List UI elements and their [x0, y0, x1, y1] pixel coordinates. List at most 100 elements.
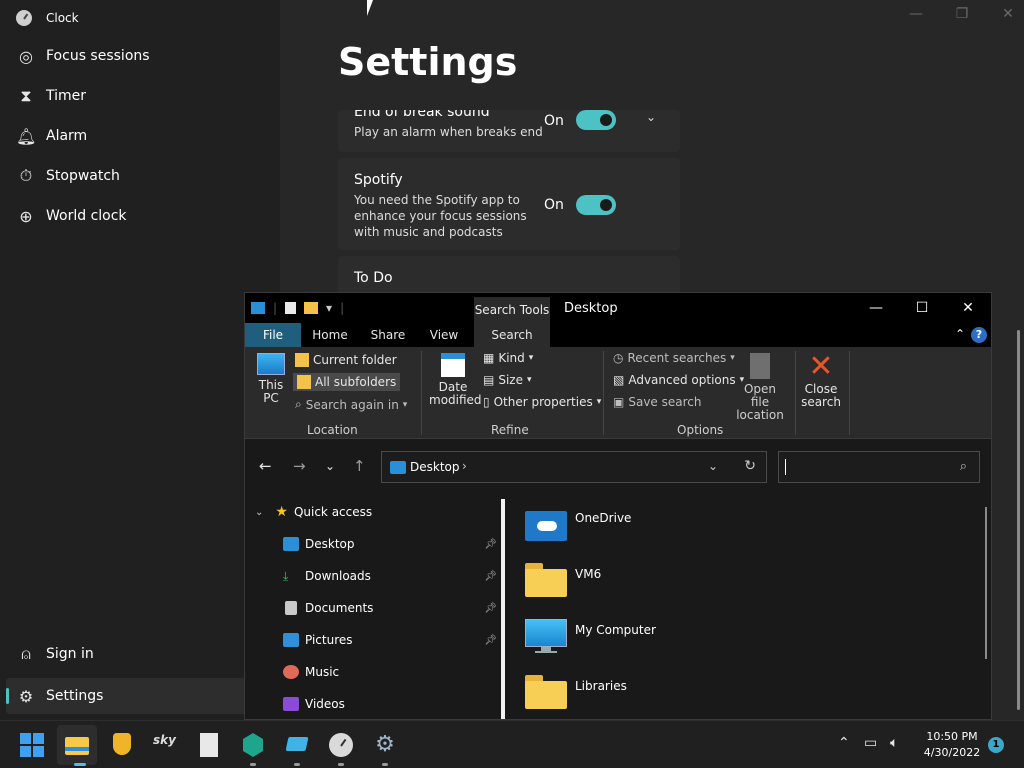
break-sound-toggle[interactable] [576, 110, 616, 130]
size-icon: ▤ [483, 373, 495, 387]
chevron-down-icon[interactable]: ⌄ [646, 110, 656, 124]
tab-view[interactable]: View [421, 323, 467, 347]
active-app-indicator [74, 763, 86, 766]
toggle-state-label: On [544, 197, 564, 213]
address-dropdown-icon[interactable]: ⌄ [708, 459, 718, 473]
recent-locations-icon[interactable]: ⌄ [325, 459, 335, 473]
network-icon[interactable]: ▭ [864, 735, 877, 751]
item-name: Libraries [575, 679, 627, 693]
all-subfolders-label: All subfolders [315, 375, 397, 389]
nav-stopwatch[interactable]: ⏱︎ Stopwatch [6, 158, 266, 194]
tree-label: Music [305, 665, 340, 679]
clock-taskbar-icon[interactable] [329, 733, 353, 757]
setting-desc: Play an alarm when breaks end [354, 125, 543, 139]
this-pc-button[interactable]: This PC [255, 353, 287, 405]
refresh-icon[interactable]: ↻ [744, 458, 756, 474]
tree-item-downloads[interactable]: ⤓ Downloads 📌︎ [245, 563, 501, 589]
file-explorer-taskbar-icon[interactable] [65, 733, 89, 757]
maximize-icon[interactable]: ❐ [954, 6, 970, 22]
system-clock[interactable]: 10:50 PM 4/30/2022 [922, 729, 982, 761]
tree-item-quick-access[interactable]: ⌄ ★ Quick access [245, 499, 501, 525]
minimize-icon[interactable]: — [853, 293, 899, 323]
forward-arrow-icon[interactable]: → [293, 457, 306, 475]
close-search-label: Close search [801, 382, 841, 409]
tree-item-music[interactable]: Music [245, 659, 501, 685]
search-input[interactable]: ⌕ [778, 451, 980, 483]
search-again-button[interactable]: ⌕ Search again in ▾ [295, 397, 407, 412]
remote-app-icon[interactable] [285, 733, 309, 757]
properties-icon[interactable] [285, 302, 297, 314]
address-bar[interactable]: Desktop › ⌄ ↻ [381, 451, 767, 483]
kind-label: Kind [498, 351, 525, 365]
tree-item-videos[interactable]: Videos [245, 691, 501, 717]
store-app-icon[interactable] [241, 733, 265, 757]
open-file-location-button[interactable]: Open file location [733, 353, 787, 422]
security-shield-icon[interactable] [110, 733, 134, 757]
setting-card-spotify: Spotify You need the Spotify app to enha… [338, 158, 680, 250]
file-list-scrollbar[interactable] [985, 507, 987, 659]
subfolders-icon [297, 375, 311, 389]
close-icon[interactable]: ✕ [945, 293, 991, 323]
breadcrumb-chevron-icon[interactable]: › [462, 459, 467, 473]
clock-app-icon [16, 10, 32, 26]
list-item-libraries[interactable]: Libraries [525, 675, 627, 719]
recent-searches-button[interactable]: ◷ Recent searches ▾ [613, 351, 735, 365]
refine-group-label: Refine [491, 423, 529, 437]
new-folder-icon[interactable] [304, 302, 319, 314]
close-search-button[interactable]: ✕ Close search [801, 351, 841, 409]
show-hidden-icons-chevron-icon[interactable]: ⌃ [838, 735, 850, 751]
nav-timer[interactable]: ⧗ Timer [6, 78, 266, 114]
tree-item-pictures[interactable]: Pictures 📌︎ [245, 627, 501, 653]
list-item-onedrive[interactable]: OneDrive [525, 507, 631, 551]
back-arrow-icon[interactable]: ← [259, 457, 272, 475]
window-title: Desktop [564, 301, 618, 316]
ribbon-separator [849, 351, 850, 435]
navigation-bar: ← → ⌄ ↑ Desktop › ⌄ ↻ ⌕ [245, 439, 991, 499]
sky-app-icon[interactable]: sky [153, 733, 177, 757]
hourglass-icon: ⧗ [20, 86, 32, 105]
nav-world-clock[interactable]: ⊕ World clock [6, 198, 266, 234]
notification-badge[interactable]: 1 [988, 737, 1004, 753]
search-icon[interactable]: ⌕ [960, 459, 967, 474]
collapse-ribbon-icon[interactable]: ⌃ [955, 327, 965, 341]
nav-settings[interactable]: ⚙ Settings [6, 678, 266, 714]
advanced-options-button[interactable]: ▧ Advanced options ▾ [613, 373, 744, 387]
tree-item-desktop[interactable]: Desktop 📌︎ [245, 531, 501, 557]
list-item-my-computer[interactable]: My Computer [525, 619, 656, 663]
tree-label: Documents [305, 601, 374, 615]
tab-file[interactable]: File [245, 323, 301, 347]
ribbon-separator [603, 351, 604, 435]
nav-alarm[interactable]: 🔔︎ Alarm [6, 118, 266, 154]
globe-icon: ⊕ [19, 206, 33, 226]
all-subfolders-button[interactable]: All subfolders [293, 373, 401, 391]
up-arrow-icon[interactable]: ↑ [353, 457, 366, 475]
tab-home[interactable]: Home [305, 323, 355, 347]
list-item-vm6[interactable]: VM6 [525, 563, 601, 607]
document-app-icon[interactable] [197, 733, 221, 757]
tab-search[interactable]: Search [474, 323, 550, 347]
nav-sign-in[interactable]: ⍝ Sign in [6, 636, 266, 672]
setting-title: To Do [354, 270, 393, 286]
date-modified-button[interactable]: Date modified [429, 353, 482, 407]
maximize-icon[interactable]: ☐ [899, 293, 945, 323]
help-icon[interactable]: ? [971, 327, 987, 343]
close-icon[interactable]: ✕ [1000, 6, 1016, 22]
minimize-icon[interactable]: — [908, 6, 924, 22]
size-button[interactable]: ▤ Size ▾ [483, 373, 532, 387]
scrollbar-thumb[interactable] [1017, 330, 1020, 710]
running-app-indicator [338, 763, 344, 766]
spotify-toggle[interactable] [576, 195, 616, 215]
settings-scrollbar[interactable] [1016, 110, 1020, 716]
volume-icon[interactable]: 🔈︎ [890, 735, 898, 751]
save-search-button[interactable]: ▣ Save search [613, 395, 701, 409]
kind-button[interactable]: ▦ Kind ▾ [483, 351, 533, 365]
chevron-down-icon[interactable]: ⌄ [255, 507, 263, 518]
windows-start-icon[interactable] [20, 733, 44, 757]
nav-focus-sessions[interactable]: ◎ Focus sessions [6, 38, 266, 74]
current-folder-button[interactable]: Current folder [295, 353, 397, 367]
tree-item-documents[interactable]: Documents 📌︎ [245, 595, 501, 621]
tab-share[interactable]: Share [363, 323, 413, 347]
customize-toolbar-icon[interactable]: ▾ [326, 301, 332, 315]
settings-taskbar-icon[interactable]: ⚙ [373, 733, 397, 757]
other-properties-button[interactable]: ▯ Other properties ▾ [483, 395, 601, 409]
